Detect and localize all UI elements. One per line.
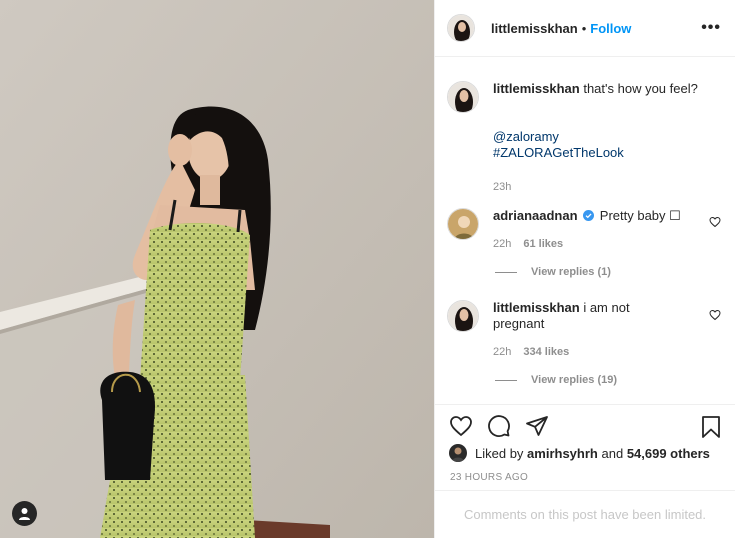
- caption-hashtag-link[interactable]: #ZALORAGetTheLook: [493, 145, 698, 161]
- avatar[interactable]: [447, 81, 479, 113]
- comment-username[interactable]: littlemisskhan: [493, 300, 580, 315]
- likes-others-count[interactable]: 54,699 others: [627, 446, 710, 461]
- caption: littlemisskhan that's how you feel? @zal…: [447, 81, 723, 195]
- post-timestamp[interactable]: 23 HOURS AGO: [450, 472, 528, 483]
- caption-time[interactable]: 23h: [493, 179, 511, 195]
- view-replies-button[interactable]: View replies (1): [495, 266, 611, 278]
- comment-time[interactable]: 22h: [493, 344, 511, 360]
- view-replies-button[interactable]: View replies (19): [495, 374, 617, 386]
- separator-dot: •: [581, 20, 587, 36]
- likes-summary: Liked by amirhsyhrh and 54,699 others: [449, 444, 727, 462]
- comments-list[interactable]: littlemisskhan that's how you feel? @zal…: [435, 57, 735, 403]
- caption-text: that's how you feel?: [583, 81, 698, 96]
- comment-username[interactable]: adrianaadnan: [493, 208, 578, 223]
- follow-button[interactable]: Follow: [590, 21, 631, 36]
- verified-icon: [583, 210, 595, 221]
- post-image: [0, 0, 434, 538]
- comment-text: Pretty baby: [599, 208, 666, 223]
- avatar[interactable]: [447, 14, 475, 42]
- user-tag-button[interactable]: [12, 501, 37, 526]
- comment-emoji: ☐: [669, 208, 681, 223]
- comment-item: littlemisskhan i am not pregnant 22h 334…: [447, 300, 723, 360]
- avatar[interactable]: [447, 208, 479, 240]
- post-side-panel: littlemisskhan • Follow ••• littlemisskh…: [434, 0, 735, 538]
- replies-line: [495, 379, 517, 381]
- comment-like-heart-icon[interactable]: [709, 309, 721, 321]
- comment-likes[interactable]: 61 likes: [523, 236, 563, 252]
- heart-icon[interactable]: [449, 414, 473, 438]
- caption-mention-link[interactable]: @zaloramy: [493, 129, 698, 145]
- comment-likes[interactable]: 334 likes: [523, 344, 569, 360]
- user-tag-icon: [19, 507, 30, 520]
- comment-icon[interactable]: [487, 414, 511, 438]
- replies-line: [495, 271, 517, 273]
- post-actions-bar: [435, 404, 735, 446]
- share-icon[interactable]: [525, 414, 549, 438]
- liked-by-prefix: Liked by: [475, 445, 524, 461]
- liker-avatar[interactable]: [449, 444, 467, 462]
- comment-item: adrianaadnan Pretty baby ☐ 22h 61 likes: [447, 208, 723, 252]
- more-options-icon[interactable]: •••: [701, 19, 721, 37]
- avatar[interactable]: [447, 300, 479, 332]
- header-username[interactable]: littlemisskhan: [491, 21, 578, 36]
- view-replies-label: View replies (19): [531, 374, 618, 386]
- view-replies-label: View replies (1): [531, 266, 611, 278]
- liker-username[interactable]: amirhsyhrh: [527, 446, 598, 461]
- post-header: littlemisskhan • Follow •••: [435, 0, 735, 57]
- post-photo[interactable]: [0, 0, 434, 538]
- comment-time[interactable]: 22h: [493, 236, 511, 252]
- liked-by-and: and: [601, 445, 624, 461]
- comment-like-heart-icon[interactable]: [709, 216, 721, 228]
- caption-username[interactable]: littlemisskhan: [493, 81, 580, 96]
- comments-limited-notice: Comments on this post have been limited.: [435, 490, 735, 538]
- bookmark-icon[interactable]: [699, 415, 723, 439]
